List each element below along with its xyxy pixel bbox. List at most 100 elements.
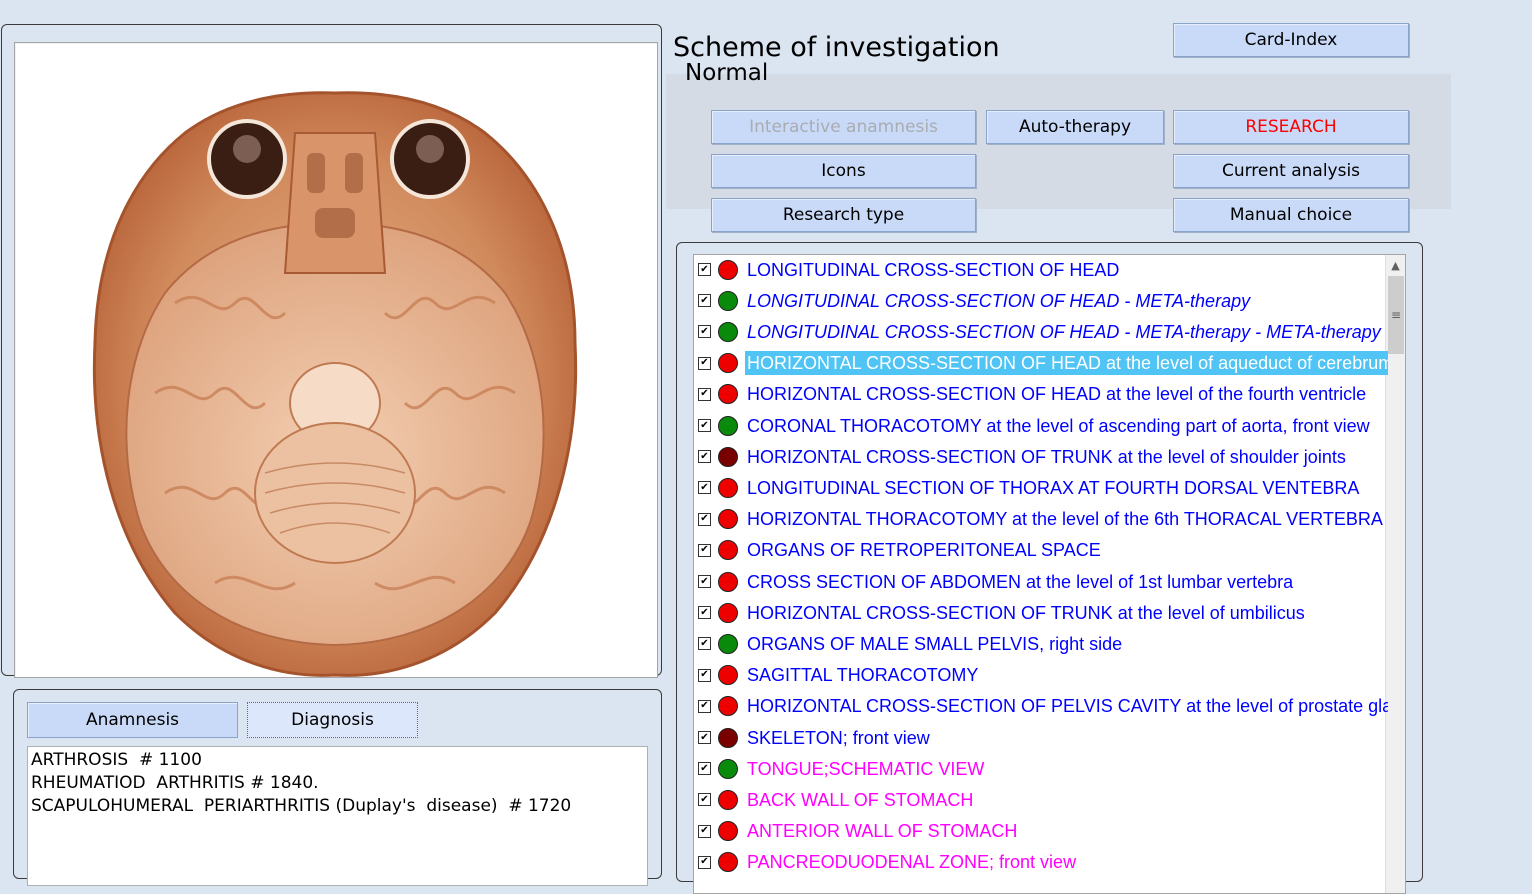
investigation-row[interactable]: ✔ CROSS SECTION OF ABDOMEN at the level o… — [694, 568, 1388, 595]
investigation-list-panel: ▲ ≡ ✔ LONGITUDINAL CROSS-SECTION OF HEAD ✔… — [676, 242, 1423, 894]
checkbox[interactable]: ✔ — [698, 263, 711, 276]
checkbox[interactable]: ✔ — [698, 325, 711, 339]
status-dot-icon — [718, 789, 738, 810]
investigation-label: LONGITUDINAL SECTION OF THORAX AT FOURTH… — [747, 477, 1360, 498]
checkbox[interactable]: ✔ — [698, 512, 711, 526]
investigation-label: ORGANS OF RETROPERITONEAL SPACE — [747, 540, 1101, 561]
checkbox[interactable]: ✔ — [698, 762, 711, 776]
checkbox[interactable]: ✔ — [698, 419, 711, 432]
status-dot-icon — [718, 852, 738, 873]
interactive-anamnesis-button[interactable]: Interactive anamnesis — [711, 110, 976, 144]
investigation-label: HORIZONTAL CROSS-SECTION OF HEAD at the … — [745, 351, 1388, 376]
status-dot-icon — [718, 415, 738, 436]
investigation-label: SAGITTAL THORACOTOMY — [747, 665, 979, 686]
research-type-button[interactable]: Research type — [711, 198, 976, 232]
status-dot-icon — [718, 571, 738, 592]
status-dot-icon — [718, 353, 738, 374]
investigation-row[interactable]: ✔ ORGANS OF MALE SMALL PELVIS, right side — [694, 630, 1388, 657]
checkbox[interactable]: ✔ — [698, 575, 711, 588]
research-button[interactable]: RESEARCH — [1173, 110, 1409, 144]
checkbox[interactable]: ✔ — [698, 855, 711, 869]
investigation-row[interactable]: ✔ SAGITTAL THORACOTOMY — [694, 662, 1388, 689]
investigation-label: HORIZONTAL CROSS-SECTION OF TRUNK at the… — [747, 446, 1346, 467]
investigation-label: ANTERIOR WALL OF STOMACH — [747, 821, 1018, 842]
investigation-row[interactable]: ✔ ORGANS OF RETROPERITONEAL SPACE — [694, 537, 1388, 564]
diagnosis-text[interactable]: ARTHROSIS # 1100 RHEUMATIOD ARTHRITIS # … — [27, 746, 648, 886]
investigation-label: SKELETON; front view — [747, 727, 930, 748]
investigation-row[interactable]: ✔ ANTERIOR WALL OF STOMACH — [694, 818, 1388, 845]
checkbox[interactable]: ✔ — [698, 793, 711, 807]
investigation-row[interactable]: ✔ HORIZONTAL CROSS-SECTION OF HEAD at the… — [694, 350, 1388, 377]
investigation-row[interactable]: ✔ CORONAL THORACOTOMY at the level of asc… — [694, 412, 1388, 439]
investigation-row[interactable]: ✔ PANCREODUODENAL ZONE; front view — [694, 849, 1388, 876]
icons-button[interactable]: Icons — [711, 154, 976, 188]
page-title: Scheme of investigation — [673, 32, 1000, 63]
status-dot-icon — [718, 509, 738, 530]
status-dot-icon — [718, 384, 738, 405]
scroll-thumb[interactable]: ≡ — [1388, 276, 1404, 354]
investigation-row[interactable]: ✔ HORIZONTAL CROSS-SECTION OF HEAD at the… — [694, 381, 1388, 408]
investigation-row[interactable]: ✔ LONGITUDINAL CROSS-SECTION OF HEAD - ME… — [694, 287, 1388, 314]
auto-therapy-button[interactable]: Auto-therapy — [986, 110, 1164, 144]
checkbox[interactable]: ✔ — [698, 637, 711, 651]
investigation-row[interactable]: ✔ HORIZONTAL CROSS-SECTION OF PELVIS CAVI… — [694, 693, 1388, 720]
investigation-row[interactable]: ✔ HORIZONTAL CROSS-SECTION OF TRUNK at th… — [694, 599, 1388, 626]
checkbox[interactable]: ✔ — [698, 731, 711, 744]
investigation-label: CROSS SECTION OF ABDOMEN at the level of… — [747, 571, 1294, 592]
status-dot-icon — [718, 821, 738, 842]
checkbox[interactable]: ✔ — [698, 543, 711, 557]
investigation-row[interactable]: ✔ LONGITUDINAL CROSS-SECTION OF HEAD - ME… — [694, 318, 1388, 345]
investigation-label: LONGITUDINAL CROSS-SECTION OF HEAD - MET… — [747, 321, 1381, 342]
vertical-scrollbar[interactable]: ▲ ≡ — [1385, 255, 1405, 893]
investigation-row[interactable]: ✔ LONGITUDINAL CROSS-SECTION OF HEAD — [694, 256, 1388, 283]
checkbox[interactable]: ✔ — [698, 294, 711, 308]
scroll-up-arrow-icon[interactable]: ▲ — [1386, 255, 1405, 275]
investigation-label: HORIZONTAL CROSS-SECTION OF PELVIS CAVIT… — [747, 696, 1388, 717]
status-dot-icon — [718, 321, 738, 342]
status-dot-icon — [718, 259, 738, 280]
status-dot-icon — [718, 633, 738, 654]
card-index-button[interactable]: Card-Index — [1173, 23, 1409, 57]
checkbox[interactable]: ✔ — [698, 387, 711, 401]
manual-choice-button[interactable]: Manual choice — [1173, 198, 1409, 232]
investigation-label: CORONAL THORACOTOMY at the level of asce… — [747, 415, 1370, 436]
status-dot-icon — [718, 540, 738, 561]
diagnosis-line: ARTHROSIS # 1100 — [31, 750, 202, 770]
tab-anamnesis[interactable]: Anamnesis — [27, 702, 238, 738]
investigation-label: HORIZONTAL THORACOTOMY at the level of t… — [747, 509, 1383, 530]
current-analysis-button[interactable]: Current analysis — [1173, 154, 1409, 188]
investigation-label: PANCREODUODENAL ZONE; front view — [747, 852, 1077, 873]
checkbox[interactable]: ✔ — [698, 668, 711, 682]
investigation-row[interactable]: ✔ TONGUE;SCHEMATIC VIEW — [694, 755, 1388, 782]
status-dot-icon — [718, 602, 738, 623]
diagnosis-line: SCAPULOHUMERAL PERIARTHRITIS (Duplay's d… — [31, 796, 572, 816]
checkbox[interactable]: ✔ — [698, 699, 711, 713]
investigation-row[interactable]: ✔ HORIZONTAL CROSS-SECTION OF TRUNK at th… — [694, 443, 1388, 470]
investigation-row[interactable]: ✔ SKELETON; front view — [694, 724, 1388, 751]
diagnosis-line: RHEUMATIOD ARTHRITIS # 1840. — [31, 773, 319, 793]
checkbox[interactable]: ✔ — [698, 606, 711, 620]
checkbox[interactable]: ✔ — [698, 824, 711, 838]
investigation-label: TONGUE;SCHEMATIC VIEW — [747, 758, 985, 779]
investigation-label: LONGITUDINAL CROSS-SECTION OF HEAD - MET… — [747, 290, 1251, 311]
investigation-list[interactable]: ▲ ≡ ✔ LONGITUDINAL CROSS-SECTION OF HEAD ✔… — [693, 254, 1406, 894]
status-dot-icon — [718, 290, 738, 311]
investigation-label: BACK WALL OF STOMACH — [747, 789, 974, 810]
status-dot-icon — [718, 446, 738, 467]
checkbox[interactable]: ✔ — [698, 356, 711, 370]
checkbox[interactable]: ✔ — [698, 450, 711, 464]
checkbox[interactable]: ✔ — [698, 481, 711, 495]
investigation-row[interactable]: ✔ HORIZONTAL THORACOTOMY at the level of … — [694, 506, 1388, 533]
investigation-label: HORIZONTAL CROSS-SECTION OF HEAD at the … — [747, 384, 1367, 405]
investigation-label: ORGANS OF MALE SMALL PELVIS, right side — [747, 633, 1123, 654]
status-dot-icon — [718, 665, 738, 686]
status-dot-icon — [718, 727, 738, 748]
investigation-label: LONGITUDINAL CROSS-SECTION OF HEAD — [747, 259, 1120, 280]
brain-cross-section-image — [92, 91, 578, 677]
tab-diagnosis[interactable]: Diagnosis — [247, 702, 418, 738]
diagnosis-panel: Anamnesis Diagnosis ARTHROSIS # 1100 RHE… — [13, 689, 662, 886]
investigation-row[interactable]: ✔ LONGITUDINAL SECTION OF THORAX AT FOURT… — [694, 474, 1388, 501]
investigation-row[interactable]: ✔ BACK WALL OF STOMACH — [694, 786, 1388, 813]
anatomy-image[interactable] — [14, 42, 658, 678]
status-dot-icon — [718, 696, 738, 717]
